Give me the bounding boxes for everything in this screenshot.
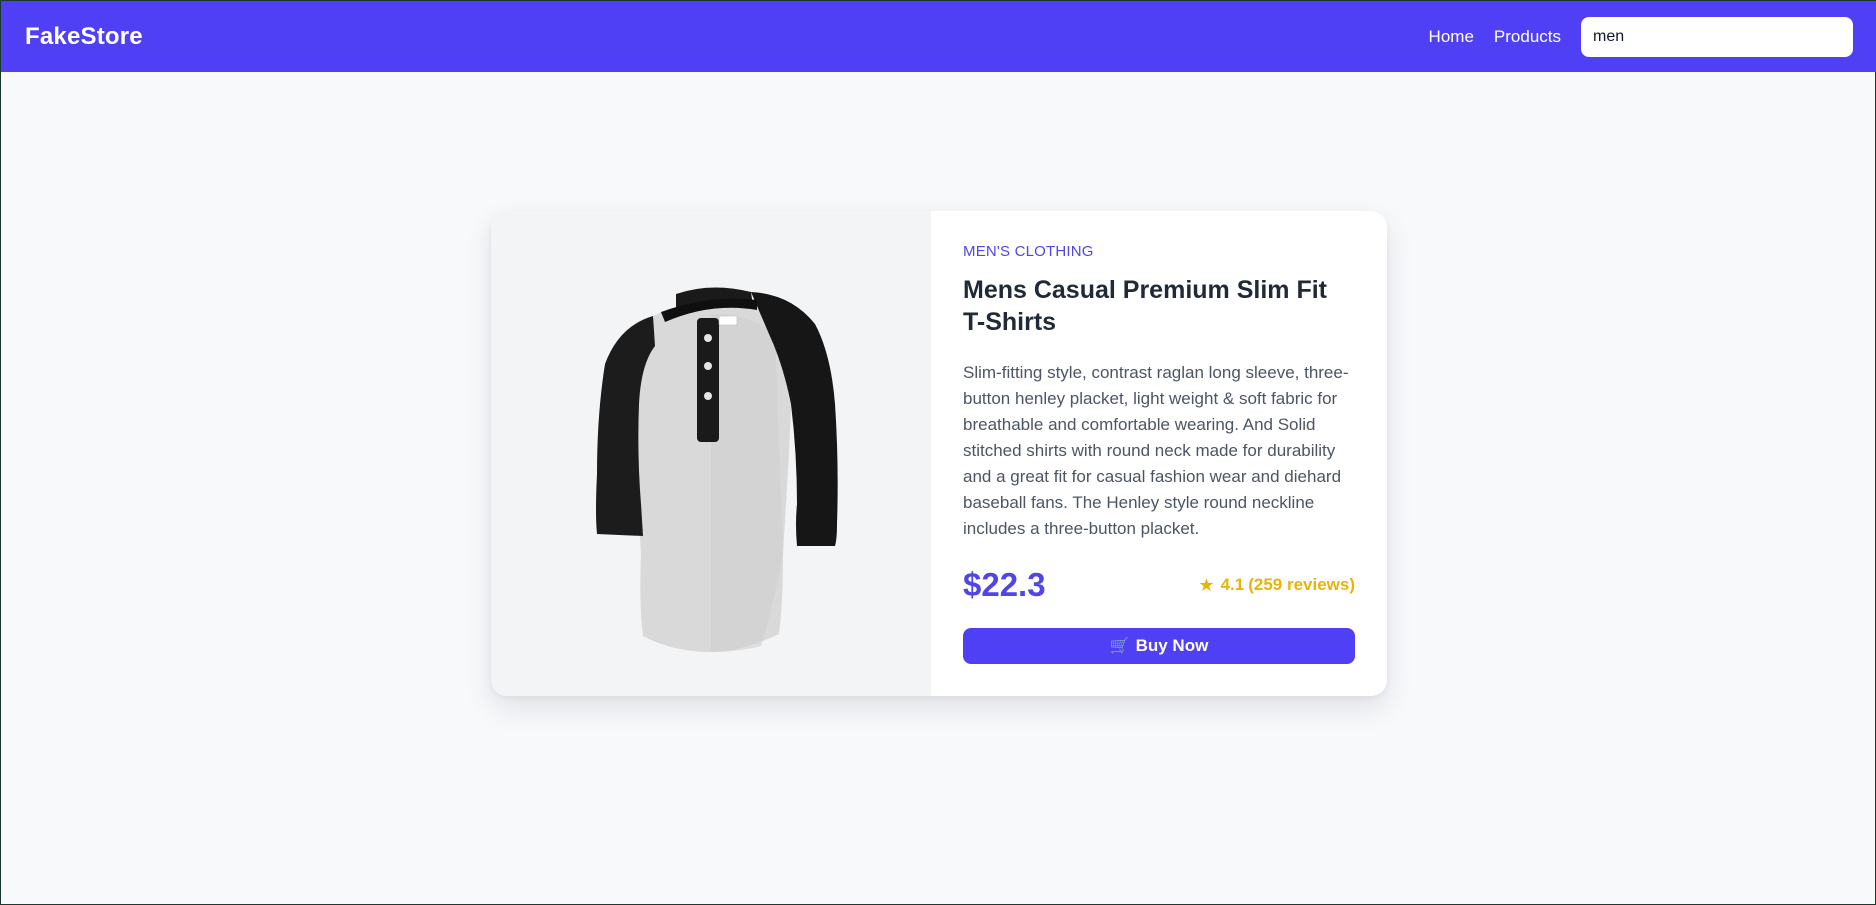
buy-now-label: Buy Now [1135, 636, 1209, 655]
product-title: Mens Casual Premium Slim Fit T-Shirts [963, 276, 1327, 336]
product-card: MEN'S CLOTHING Mens Casual Premium Slim … [491, 211, 1387, 696]
star-icon: ★ [1198, 574, 1215, 595]
search-input[interactable] [1581, 16, 1853, 57]
product-image-panel [491, 211, 931, 696]
product-category[interactable]: MEN'S CLOTHING [963, 243, 1355, 260]
product-description: Slim-fitting style, contrast raglan long… [963, 363, 1349, 538]
henley-tshirt-image [596, 286, 838, 652]
price-rating-row: $22.3 ★ 4.1 (259 reviews) [963, 566, 1355, 604]
product-price: $22.3 [963, 566, 1046, 603]
nav-link-products[interactable]: Products [1494, 27, 1561, 47]
review-count: (259 reviews) [1248, 575, 1355, 594]
buy-now-button[interactable]: 🛒 Buy Now [963, 628, 1355, 664]
cart-icon: 🛒 [1109, 638, 1130, 655]
main-nav: Home Products [1429, 16, 1853, 57]
top-navbar: FakeStore Home Products [1, 1, 1876, 72]
nav-link-home[interactable]: Home [1429, 27, 1474, 47]
product-details: MEN'S CLOTHING Mens Casual Premium Slim … [931, 211, 1387, 696]
rating-value: 4.1 [1220, 575, 1245, 594]
product-rating: ★ 4.1 (259 reviews) [1198, 575, 1355, 596]
brand-logo[interactable]: FakeStore [25, 23, 143, 51]
